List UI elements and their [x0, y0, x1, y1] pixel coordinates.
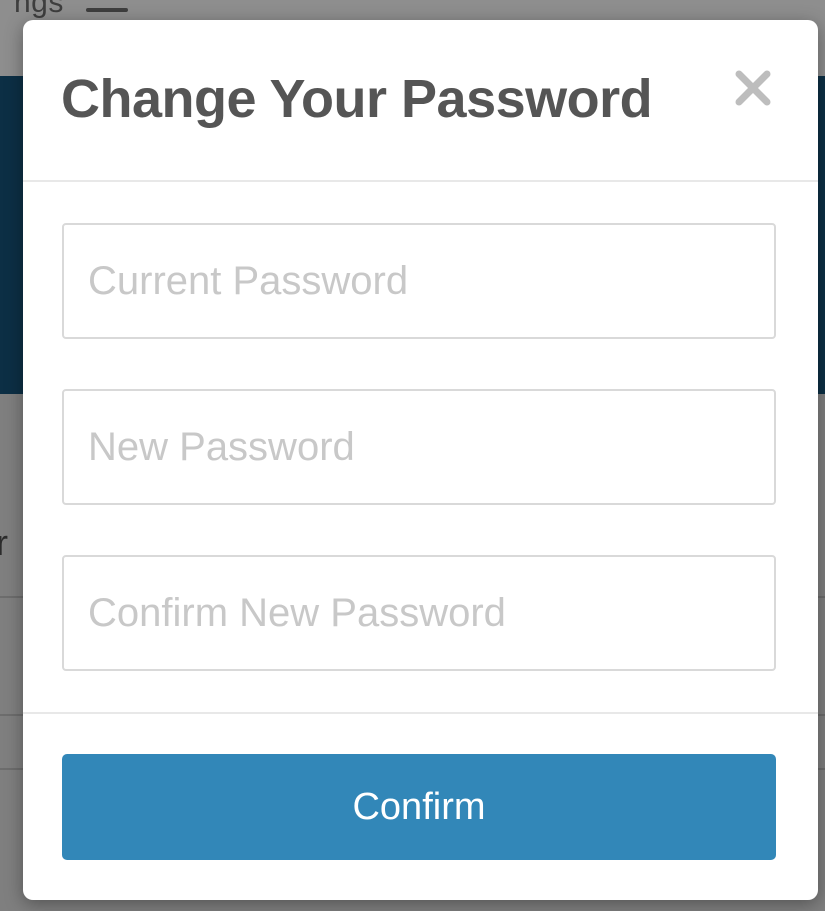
change-password-modal: Change Your Password Confirm	[23, 20, 818, 900]
new-password-input[interactable]	[62, 389, 776, 505]
background-topbar-text: ngs	[14, 0, 64, 19]
confirm-new-password-input[interactable]	[62, 555, 776, 671]
modal-title: Change Your Password	[61, 69, 653, 129]
background-text-fragment: r	[0, 522, 8, 563]
modal-body	[23, 182, 818, 712]
close-button[interactable]	[731, 66, 775, 110]
confirm-button[interactable]: Confirm	[62, 754, 776, 860]
modal-header: Change Your Password	[23, 20, 818, 182]
current-password-input[interactable]	[62, 223, 776, 339]
modal-footer: Confirm	[23, 712, 818, 902]
close-icon	[731, 66, 775, 110]
hamburger-icon	[86, 8, 128, 12]
